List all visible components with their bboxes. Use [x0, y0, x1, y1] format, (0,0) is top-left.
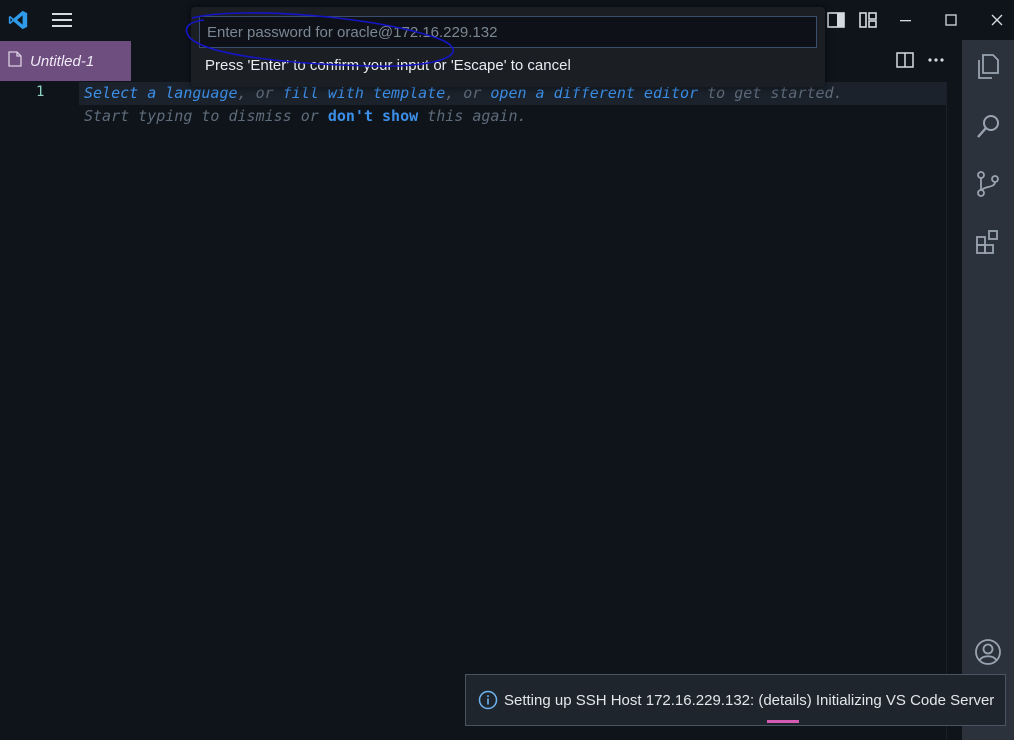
notification-toast[interactable]: Setting up SSH Host 172.16.229.132: (det…	[465, 674, 1006, 726]
vertical-scrollbar[interactable]	[946, 82, 963, 740]
editor-area[interactable]: 1 Select a language, or fill with templa…	[0, 82, 962, 740]
quick-input-message: Press 'Enter' to confirm your input or '…	[205, 57, 571, 74]
tab-untitled-1[interactable]: Untitled-1	[0, 41, 131, 81]
close-icon[interactable]	[987, 10, 1007, 30]
maximize-icon[interactable]	[941, 10, 961, 30]
vscode-logo-icon	[6, 9, 30, 31]
hamburger-icon[interactable]	[50, 10, 74, 30]
customize-layout-icon[interactable]	[858, 10, 878, 30]
toggle-secondary-sidebar-icon[interactable]	[826, 10, 846, 30]
password-quick-input: Press 'Enter' to confirm your input or '…	[191, 7, 825, 87]
line-number: 1	[36, 84, 45, 100]
minimize-icon[interactable]	[896, 10, 916, 30]
progress-indicator	[767, 720, 799, 723]
source-control-icon[interactable]	[974, 170, 1002, 198]
notification-text: Setting up SSH Host 172.16.229.132: (det…	[504, 691, 995, 709]
dont-show-link[interactable]: don't show	[328, 107, 418, 125]
editor-hint-line-2: Start typing to dismiss or don't show th…	[84, 107, 527, 125]
extensions-icon[interactable]	[974, 228, 1002, 256]
activity-bar	[962, 40, 1014, 740]
search-icon[interactable]	[974, 112, 1002, 140]
tab-label: Untitled-1	[30, 52, 95, 70]
file-icon	[8, 50, 22, 72]
more-actions-icon[interactable]	[926, 50, 946, 70]
password-input[interactable]	[199, 16, 817, 48]
accounts-icon[interactable]	[974, 638, 1002, 666]
split-editor-icon[interactable]	[895, 50, 915, 70]
info-icon	[478, 690, 498, 710]
explorer-icon[interactable]	[974, 52, 1002, 80]
